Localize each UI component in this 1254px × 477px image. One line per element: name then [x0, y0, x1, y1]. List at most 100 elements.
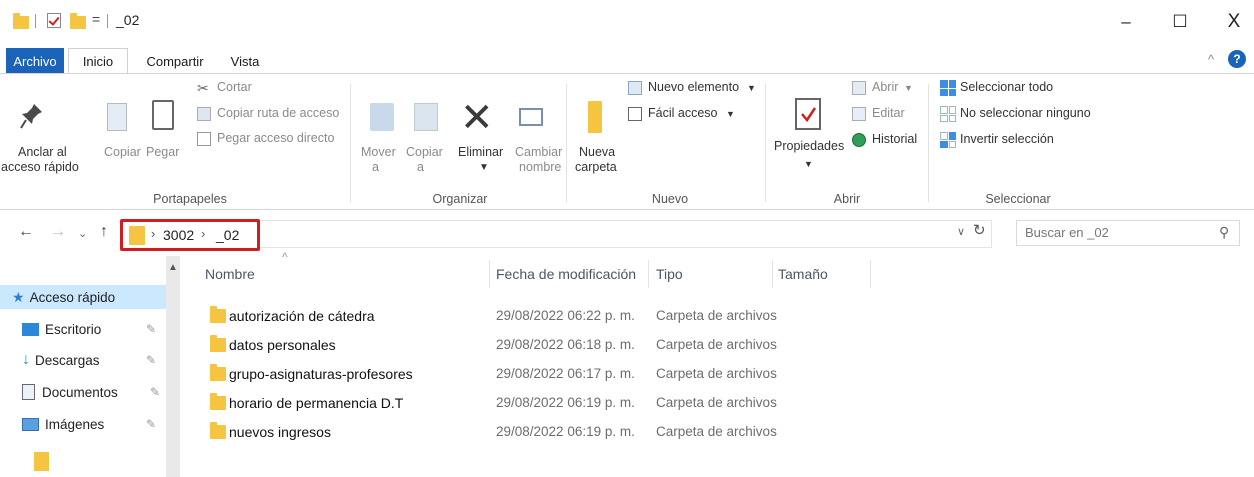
rename-label: nombre	[519, 160, 562, 174]
edit-icon	[852, 107, 866, 121]
scroll-up-icon[interactable]: ▲	[168, 262, 178, 273]
open-dropdown-icon[interactable]: ▼	[904, 81, 913, 96]
paste-icon	[152, 100, 174, 130]
search-box[interactable]: Buscar en _02 ⚲	[1016, 220, 1240, 246]
navigation-scrollbar[interactable]: ▲	[166, 256, 180, 477]
tab-compartir[interactable]: Compartir	[138, 48, 212, 74]
file-row[interactable]: nuevos ingresos 29/08/2022 06:19 p. m. C…	[205, 421, 805, 445]
open-button[interactable]: Abrir	[872, 80, 898, 95]
back-arrow-icon[interactable]: ←	[18, 223, 34, 241]
paste-shortcut-button[interactable]: Pegar acceso directo	[217, 131, 334, 146]
file-row[interactable]: horario de permanencia D.T 29/08/2022 06…	[205, 392, 805, 416]
rename-button[interactable]: Cambiar	[515, 145, 562, 160]
cut-button[interactable]: Cortar	[217, 80, 252, 95]
divider	[489, 260, 490, 288]
pin-quick-access-button[interactable]: Anclar al	[18, 145, 67, 160]
new-item-button[interactable]: Nuevo elemento	[648, 80, 739, 95]
nav-item-desktop[interactable]: Escritorio	[22, 317, 101, 341]
pin-icon[interactable]: ✎	[150, 385, 160, 399]
folder-icon	[210, 393, 226, 410]
copy-path-button[interactable]: Copiar ruta de acceso	[217, 106, 339, 121]
easy-access-dropdown-icon[interactable]: ▼	[726, 107, 735, 122]
pictures-icon	[22, 417, 39, 431]
nav-item-quick-access[interactable]: ★ Acceso rápido	[0, 285, 166, 309]
copy-path-icon	[197, 107, 211, 121]
nav-item-downloads[interactable]: ↓ Descargas	[22, 348, 100, 372]
nav-item-documents[interactable]: Documentos	[22, 380, 118, 404]
navigation-bar: ← → ⌄ ↑ › 3002 › _02 ∨ ↻ Buscar en _02 ⚲	[0, 211, 1254, 255]
tab-vista[interactable]: Vista	[216, 48, 274, 74]
paste-button[interactable]: Pegar	[146, 145, 179, 160]
select-none-button[interactable]: No seleccionar ninguno	[960, 106, 1091, 121]
move-to-button[interactable]: Mover	[361, 145, 396, 160]
copy-to-button[interactable]: Copiar	[406, 145, 443, 160]
edit-button[interactable]: Editar	[872, 106, 905, 121]
up-arrow-icon[interactable]: ↑	[100, 223, 108, 241]
group-label-nuevo: Nuevo	[651, 192, 689, 206]
invert-selection-button[interactable]: Invertir selección	[960, 132, 1054, 147]
column-header-date[interactable]: Fecha de modificación	[496, 266, 636, 282]
new-folder-button[interactable]: Nueva	[579, 145, 615, 160]
properties-dropdown-icon[interactable]: ▼	[804, 157, 813, 172]
tab-inicio[interactable]: Inicio	[68, 48, 128, 74]
recent-locations-chevron-icon[interactable]: ⌄	[78, 227, 87, 240]
delete-dropdown-icon[interactable]: ▼	[479, 160, 489, 175]
copy-button[interactable]: Copiar	[104, 145, 141, 160]
properties-quick-icon[interactable]	[47, 13, 61, 28]
tab-archivo[interactable]: Archivo	[6, 48, 64, 74]
breadcrumb-3002[interactable]: 3002	[163, 227, 194, 243]
address-dropdown-chevron-icon[interactable]: ∨	[957, 225, 965, 238]
file-row[interactable]: autorización de cátedra 29/08/2022 06:22…	[205, 305, 805, 329]
select-all-button[interactable]: Seleccionar todo	[960, 80, 1053, 95]
folder-icon[interactable]	[34, 452, 49, 471]
file-name: nuevos ingresos	[229, 424, 331, 440]
new-folder-label: carpeta	[575, 160, 617, 174]
maximize-button[interactable]: ☐	[1158, 4, 1202, 40]
pin-icon[interactable]: ✎	[146, 353, 156, 367]
breadcrumb-02[interactable]: _02	[216, 227, 239, 243]
pin-icon[interactable]: ✎	[146, 322, 156, 336]
help-icon[interactable]: ?	[1228, 50, 1246, 68]
new-folder-quick-icon[interactable]	[70, 13, 86, 29]
divider	[350, 84, 351, 202]
column-header-type[interactable]: Tipo	[656, 266, 683, 282]
search-input[interactable]: Buscar en _02	[1025, 225, 1109, 240]
new-item-dropdown-icon[interactable]: ▼	[747, 81, 756, 96]
file-row[interactable]: grupo-asignaturas-profesores 29/08/2022 …	[205, 363, 805, 387]
group-label-abrir: Abrir	[833, 192, 861, 206]
column-header-size[interactable]: Tamaño	[778, 266, 828, 282]
copy-to-icon	[414, 103, 438, 131]
navigation-pane: ★ Acceso rápido Escritorio ✎ ↓ Descargas…	[0, 256, 180, 477]
file-date: 29/08/2022 06:19 p. m.	[496, 395, 635, 410]
column-header-name[interactable]: Nombre	[205, 266, 255, 282]
file-name: grupo-asignaturas-profesores	[229, 366, 413, 382]
quick-access-dropdown[interactable]: =	[92, 11, 100, 27]
copy-icon	[107, 103, 127, 131]
document-icon	[22, 384, 35, 400]
forward-arrow-icon[interactable]: →	[50, 223, 66, 241]
pin-icon[interactable]: ✎	[146, 417, 156, 431]
file-row[interactable]: datos personales 29/08/2022 06:18 p. m. …	[205, 334, 805, 358]
nav-item-pictures[interactable]: Imágenes	[22, 412, 104, 436]
copy-to-dropdown[interactable]: a	[417, 160, 424, 175]
nav-item-label: Escritorio	[45, 321, 102, 337]
breadcrumb-separator-icon: ›	[151, 226, 156, 241]
divider	[648, 260, 649, 288]
search-icon[interactable]: ⚲	[1219, 224, 1229, 241]
close-button[interactable]: X	[1212, 4, 1254, 40]
delete-button[interactable]: Eliminar	[458, 145, 503, 160]
refresh-icon[interactable]: ↻	[973, 221, 986, 239]
collapse-ribbon-icon[interactable]: ^	[1208, 52, 1214, 67]
minimize-button[interactable]: –	[1104, 4, 1148, 40]
invert-selection-icon	[940, 132, 956, 148]
easy-access-button[interactable]: Fácil acceso	[648, 106, 717, 121]
history-button[interactable]: Historial	[872, 132, 917, 147]
star-icon: ★	[12, 288, 25, 305]
address-path-highlight[interactable]: › 3002 › _02	[120, 219, 260, 251]
new-item-icon	[628, 81, 642, 95]
pin-quick-access-label: acceso rápido	[1, 160, 79, 174]
move-to-dropdown[interactable]: a	[372, 160, 379, 175]
properties-button[interactable]: Propiedades	[774, 139, 844, 154]
folder-icon	[210, 306, 226, 323]
address-bar[interactable]	[260, 220, 992, 248]
